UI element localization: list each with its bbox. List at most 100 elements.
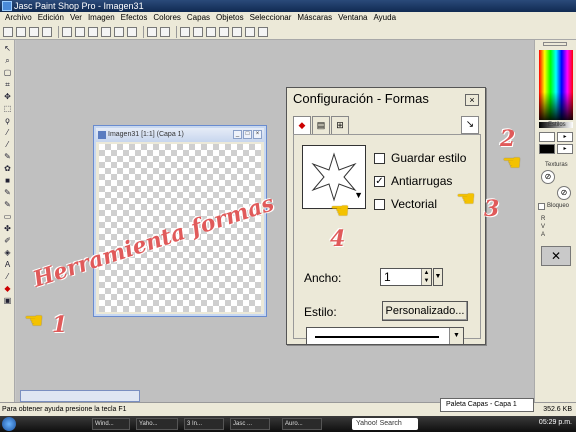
spinner-arrows-icon[interactable]: ▲ ▼	[421, 269, 431, 285]
menu-ayuda[interactable]: Ayuda	[370, 12, 399, 24]
tab-style[interactable]: ▤	[312, 116, 330, 134]
help-icon[interactable]	[258, 26, 268, 37]
line-tool-icon[interactable]: ⁄	[2, 272, 13, 282]
dialog-tabs: ◆ ▤ ⊞	[293, 116, 350, 134]
clone-tool-icon[interactable]: ✿	[2, 164, 13, 174]
pointing-hand-icon: ☚	[502, 150, 522, 175]
print-icon[interactable]	[42, 26, 52, 37]
tool-options-icon[interactable]	[193, 26, 203, 37]
guardar-estilo-checkbox[interactable]: Guardar estilo	[374, 151, 466, 165]
menu-archivo[interactable]: Archivo	[2, 12, 35, 24]
scratch-tool-icon[interactable]: ✎	[2, 200, 13, 210]
checkbox-box[interactable]: ✓	[374, 175, 385, 187]
minimize-icon[interactable]: _	[233, 130, 242, 139]
bloqueo-checkbox[interactable]	[538, 203, 545, 210]
airbrush-tool-icon[interactable]: ✐	[2, 236, 13, 246]
taskbar-item[interactable]: Jasc ...	[230, 418, 270, 430]
copy-icon[interactable]	[101, 26, 111, 37]
taskbar-item[interactable]: Auro...	[282, 418, 322, 430]
save-icon[interactable]	[29, 26, 39, 37]
window-title: Jasc Paint Shop Pro - Imagen31	[14, 1, 144, 11]
menu-mascaras[interactable]: Máscaras	[294, 12, 335, 24]
close-icon[interactable]: ×	[253, 130, 262, 139]
taskbar-item[interactable]: Yaho...	[136, 418, 178, 430]
overview-icon[interactable]	[206, 26, 216, 37]
dialog-close-button[interactable]: ×	[465, 94, 479, 106]
menu-ventana[interactable]: Ventana	[335, 12, 370, 24]
chevron-down-icon[interactable]: ▼	[433, 268, 443, 286]
palette-grip[interactable]	[543, 42, 567, 46]
checkbox-box[interactable]	[374, 152, 385, 164]
menu-efectos[interactable]: Efectos	[118, 12, 151, 24]
fill-tool-icon[interactable]: ◈	[2, 248, 13, 258]
shapes-tool-icon[interactable]: ◆	[2, 284, 13, 294]
menu-edicion[interactable]: Edición	[35, 12, 67, 24]
start-button[interactable]	[2, 417, 16, 431]
chevron-down-icon[interactable]: ▼	[449, 328, 463, 344]
color-palette-icon[interactable]	[245, 26, 255, 37]
no-texture-icon[interactable]: ⊘	[541, 170, 555, 184]
replacer-tool-icon[interactable]: ■	[2, 176, 13, 186]
picture-tube-icon[interactable]: ✤	[2, 224, 13, 234]
menu-seleccionar[interactable]: Seleccionar	[247, 12, 295, 24]
chevron-down-icon[interactable]: ▼	[354, 190, 363, 200]
layers-palette-icon[interactable]	[232, 26, 242, 37]
menu-capas[interactable]: Capas	[184, 12, 213, 24]
taskbar-item[interactable]: 3 In...	[184, 418, 224, 430]
ancho-value[interactable]: 1	[384, 270, 391, 284]
selection-tool-icon[interactable]: ⬚	[2, 104, 13, 114]
histogram-icon[interactable]	[219, 26, 229, 37]
eraser-tool-icon[interactable]: ▭	[2, 212, 13, 222]
menu-imagen[interactable]: Imagen	[85, 12, 118, 24]
move-tool-icon[interactable]: ✥	[2, 92, 13, 102]
line-style-select[interactable]: ▼	[306, 327, 464, 345]
wand-tool-icon[interactable]: ⁄	[2, 128, 13, 138]
image-window-titlebar[interactable]: Imagen31 [1:1] (Capa 1) _ □ ×	[96, 128, 264, 142]
paste-icon[interactable]	[114, 26, 124, 37]
texturas-label: Texturas	[545, 162, 568, 168]
menu-objetos[interactable]: Objetos	[213, 12, 247, 24]
fill-style-swatch[interactable]	[539, 144, 555, 154]
vector-tool-icon[interactable]: ▣	[2, 296, 13, 306]
stroke-style-swatch[interactable]	[539, 132, 555, 142]
antiarrugas-checkbox[interactable]: ✓ Antiarrugas	[374, 174, 452, 188]
main-toolbar	[0, 24, 576, 40]
crop-tool-icon[interactable]: ⌗	[2, 80, 13, 90]
personalizado-button[interactable]: Personalizado...	[382, 301, 468, 321]
no-texture-icon[interactable]: ⊘	[557, 186, 571, 200]
browse-icon[interactable]	[160, 26, 170, 37]
redo-icon[interactable]	[75, 26, 85, 37]
menu-colores[interactable]: Colores	[150, 12, 184, 24]
tool-palette: ↖ ⌕ ▢ ⌗ ✥ ⬚ ϙ ⁄ ⁄ ✎ ✿ ■ ✎ ✎ ▭ ✤ ✐ ◈ A ⁄ …	[0, 40, 15, 402]
stroke-style-arrow-icon[interactable]: ▸	[557, 132, 573, 142]
retouch-tool-icon[interactable]: ✎	[2, 188, 13, 198]
reset-icon[interactable]: ↘	[461, 116, 479, 134]
checkbox-box[interactable]	[374, 198, 385, 210]
minimized-window[interactable]	[20, 390, 140, 402]
tab-shape[interactable]: ◆	[293, 116, 311, 134]
no-color-icon[interactable]: ✕	[541, 246, 571, 266]
paintbrush-tool-icon[interactable]: ✎	[2, 152, 13, 162]
fill-style-arrow-icon[interactable]: ▸	[557, 144, 573, 154]
open-icon[interactable]	[16, 26, 26, 37]
undo-icon[interactable]	[62, 26, 72, 37]
color-spectrum[interactable]	[539, 50, 573, 128]
lasso-tool-icon[interactable]: ϙ	[2, 116, 13, 126]
cut-icon[interactable]	[88, 26, 98, 37]
tab-options[interactable]: ⊞	[331, 116, 349, 134]
search-input[interactable]: Yahoo! Search	[352, 418, 418, 430]
taskbar-item[interactable]: Wind...	[92, 418, 130, 430]
screen-icon[interactable]	[147, 26, 157, 37]
toolbar-palette-icon[interactable]	[180, 26, 190, 37]
delete-icon[interactable]	[127, 26, 137, 37]
deform-tool-icon[interactable]: ▢	[2, 68, 13, 78]
dropper-tool-icon[interactable]: ⁄	[2, 140, 13, 150]
new-icon[interactable]	[3, 26, 13, 37]
arrow-tool-icon[interactable]: ↖	[2, 44, 13, 54]
menu-ver[interactable]: Ver	[67, 12, 85, 24]
vectorial-checkbox[interactable]: Vectorial	[374, 197, 437, 211]
zoom-tool-icon[interactable]: ⌕	[2, 56, 13, 66]
ancho-spinner[interactable]: 1 ▲ ▼ ▼	[380, 268, 443, 286]
text-tool-icon[interactable]: A	[2, 260, 13, 270]
maximize-icon[interactable]: □	[243, 130, 252, 139]
